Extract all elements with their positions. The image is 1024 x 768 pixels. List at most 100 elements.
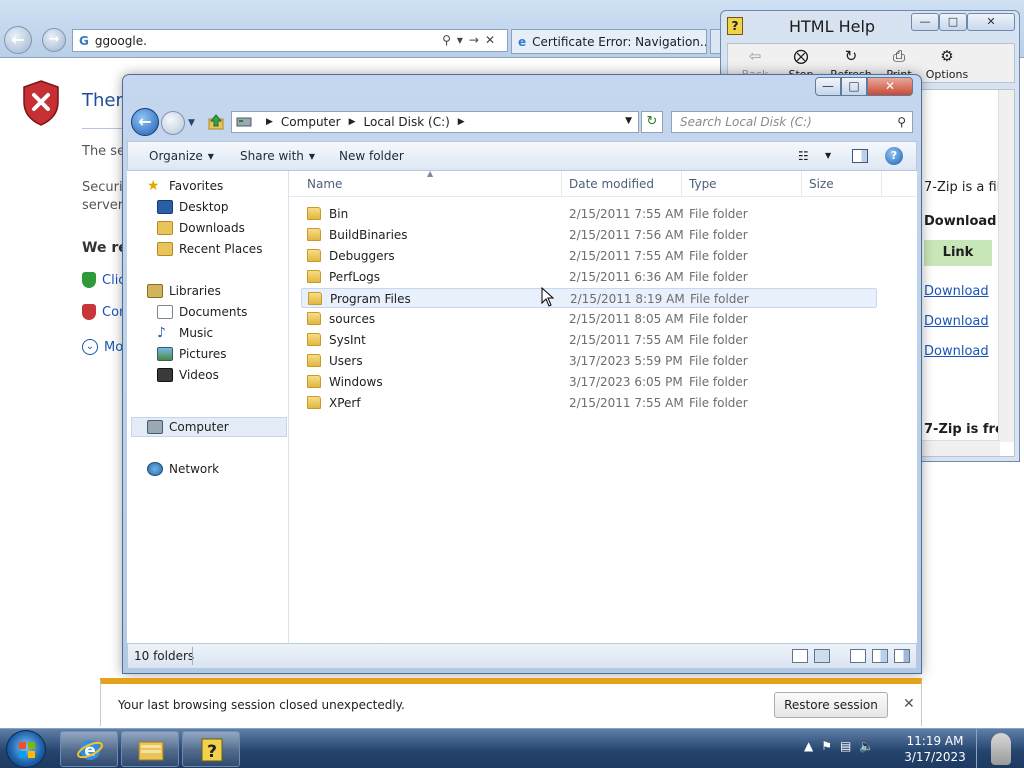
nav-recent-places[interactable]: Recent Places [157,239,262,259]
nav-music[interactable]: ♪ Music [157,323,213,343]
search-input[interactable]: Search Local Disk (C:) ⚲ [671,111,913,133]
breadcrumb-computer[interactable]: Computer [281,115,341,129]
libraries-icon [147,284,163,298]
recent-pages-dropdown[interactable]: ▼ [188,119,198,128]
nav-documents[interactable]: Documents [157,302,247,322]
nav-favorites[interactable]: ★ Favorites [147,176,223,196]
column-header-type[interactable]: Type [689,177,717,191]
tiles-view-icon[interactable] [814,649,830,663]
folder-icon [307,249,321,262]
organize-button[interactable]: Organize ▼ [149,149,214,163]
nav-computer[interactable]: Computer [147,417,229,437]
column-divider[interactable] [881,171,882,197]
ie-address-bar[interactable]: G ggoogle. ⚲▾→✕ [72,29,508,52]
page-icon: G [79,33,89,48]
download-link[interactable]: Download [924,314,989,329]
address-bar[interactable]: ▶ Computer ▶ Local Disk (C:) ▶ ▼ [231,111,639,133]
help-button[interactable]: ? [885,147,903,165]
help-minimize-button[interactable]: — [911,13,939,31]
file-row[interactable]: Debuggers 2/15/2011 7:55 AM File folder [301,246,877,266]
breadcrumb-separator[interactable]: ▶ [266,117,273,127]
preview-layout-icon[interactable] [872,649,888,663]
folder-icon [307,270,321,283]
column-divider[interactable] [681,171,682,197]
command-bar: Organize ▼ Share with ▼ New folder ☷ ▼ ? [127,141,917,171]
new-folder-button[interactable]: New folder [339,149,404,163]
breadcrumb-separator[interactable]: ▶ [458,117,465,127]
details-pane-icon[interactable] [894,649,910,663]
volume-muted-icon[interactable]: 🔈 [859,739,882,753]
file-row-hovered[interactable]: Program Files 2/15/2011 8:19 AM File folde… [301,288,877,308]
details-view-icon[interactable] [792,649,808,663]
close-button[interactable]: ✕ [867,77,913,96]
taskbar-help-button[interactable]: ? [182,731,240,767]
share-with-button[interactable]: Share with ▼ [240,149,315,163]
file-row[interactable]: Windows 3/17/2023 6:05 PM File folder [301,372,877,392]
breadcrumb-separator[interactable]: ▶ [349,117,356,127]
minimize-button[interactable]: — [815,77,841,96]
breadcrumb-local-disk[interactable]: Local Disk (C:) [364,115,450,129]
help-close-button[interactable]: ✕ [967,13,1015,31]
file-list: ▲ Name Date modified Type Size Bin 2/15/2… [289,169,917,643]
file-row[interactable]: sources 2/15/2011 8:05 AM File folder [301,309,877,329]
address-dropdown-icon[interactable]: ▼ [625,116,632,126]
column-header-name[interactable]: Name [307,177,342,191]
status-item-count: 10 folders [134,649,195,663]
file-row[interactable]: BuildBinaries 2/15/2011 7:56 AM File folde… [301,225,877,245]
folder-icon [307,396,321,409]
stop-icon: ⨂ [793,47,809,65]
close-icon[interactable]: ✕ [903,696,915,712]
ie-tab[interactable]: e Certificate Error: Navigation... [511,29,707,54]
column-header-size[interactable]: Size [809,177,834,191]
forward-button[interactable] [161,111,185,135]
column-divider[interactable] [801,171,802,197]
nav-libraries[interactable]: Libraries [147,281,221,301]
help-vertical-scrollbar[interactable] [998,90,1014,442]
system-tray[interactable]: ▲⚑▤🔈 [804,739,882,753]
user-avatar[interactable] [976,729,1022,768]
file-row[interactable]: XPerf 2/15/2011 7:55 AM File folder [301,393,877,413]
address-bar-icons[interactable]: ⚲▾→✕ [442,33,501,47]
download-link[interactable]: Download [924,284,989,299]
navigation-pane: ★ Favorites Desktop Downloads Recent Plac… [127,171,289,643]
show-hidden-icons[interactable]: ▲ [804,739,821,753]
up-folder-icon[interactable] [207,113,225,131]
taskbar-ie-button[interactable]: e [60,731,118,767]
nav-network[interactable]: Network [147,459,219,479]
nav-downloads[interactable]: Downloads [157,218,245,238]
back-button[interactable]: ← [131,108,159,136]
restore-session-button[interactable]: Restore session [774,692,888,718]
column-divider[interactable] [561,171,562,197]
downloads-folder-icon [157,221,173,235]
help-options-button[interactable]: ⚙ Options [924,46,970,81]
download-link[interactable]: Download [924,344,989,359]
ie-forward-button[interactable]: → [42,28,66,52]
nav-videos[interactable]: Videos [157,365,219,385]
start-button[interactable] [6,730,46,768]
desktop-icon [157,200,173,214]
column-header-date[interactable]: Date modified [569,177,654,191]
file-row[interactable]: SysInt 2/15/2011 7:55 AM File folder [301,330,877,350]
network-icon[interactable]: ▤ [840,739,859,753]
help-file-icon: ? [201,738,223,762]
maximize-button[interactable]: □ [841,77,867,96]
search-icon[interactable]: ⚲ [897,112,906,132]
nav-pictures[interactable]: Pictures [157,344,227,364]
taskbar-explorer-button[interactable] [121,731,179,767]
nav-desktop[interactable]: Desktop [157,197,229,217]
view-options-dropdown[interactable]: ▼ [825,151,831,160]
refresh-button[interactable]: ↻ [641,111,663,133]
file-row[interactable]: PerfLogs 2/15/2011 6:36 AM File folder [301,267,877,287]
layout-icon[interactable] [850,649,866,663]
more-information-link[interactable]: ⌄ Mo [82,339,123,355]
clock[interactable]: 11:19 AM 3/17/2023 [904,733,966,765]
change-view-icon[interactable]: ☷ [798,149,809,163]
ie-back-button[interactable]: ← [4,26,32,54]
preview-pane-icon[interactable] [852,149,868,163]
folder-icon [308,292,322,305]
file-row[interactable]: Bin 2/15/2011 7:55 AM File folder [301,204,877,224]
windows-logo-icon [19,742,35,758]
help-maximize-button[interactable]: □ [939,13,967,31]
file-row[interactable]: Users 3/17/2023 5:59 PM File folder [301,351,877,371]
action-center-flag-icon[interactable]: ⚑ [821,739,840,753]
